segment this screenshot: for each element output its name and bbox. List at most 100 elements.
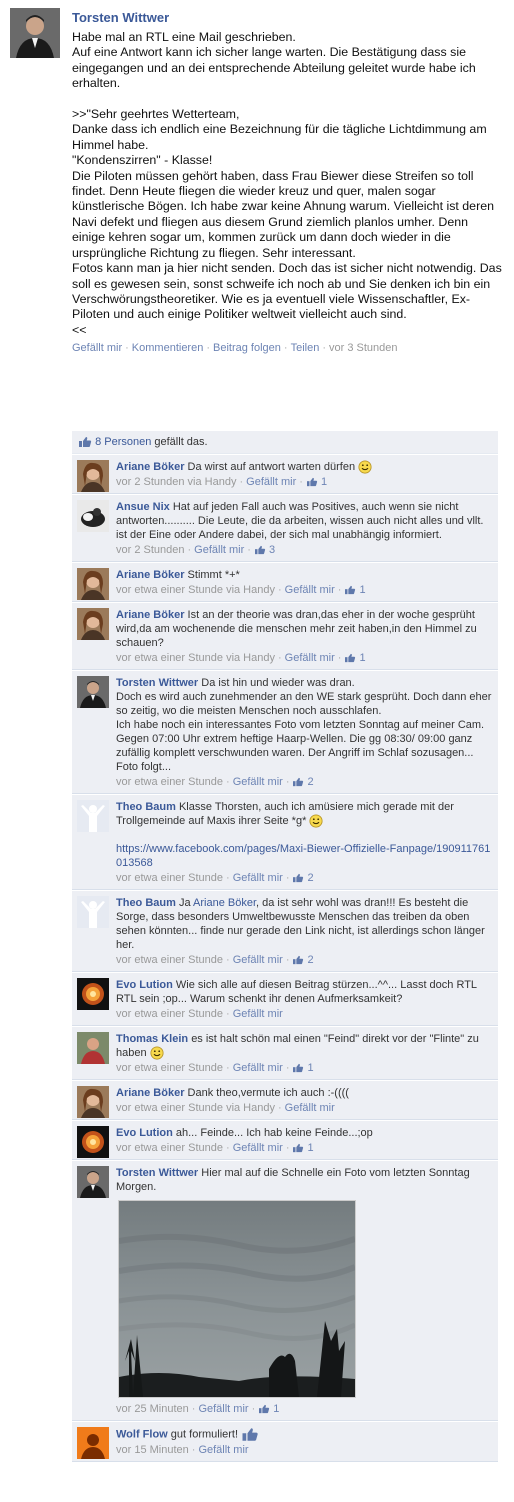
comment-item: Theo Baum Ja Ariane Böker, da ist sehr w…: [72, 890, 498, 973]
comment-text: Da ist hin und wieder was dran. Doch es …: [116, 677, 492, 774]
avatar[interactable]: [77, 1086, 109, 1119]
comment-like-count[interactable]: 1: [292, 1142, 314, 1154]
avatar[interactable]: [77, 896, 109, 929]
post-timestamp[interactable]: vor 3 Stunden: [329, 342, 398, 354]
comment-like-link[interactable]: Gefällt mir: [233, 1008, 283, 1020]
comment-item: Ariane Böker Stimmt *+* vor etwa einer S…: [72, 562, 498, 603]
like-thumb-icon: [344, 585, 356, 595]
avatar[interactable]: [77, 460, 109, 492]
comment-like-count[interactable]: 3: [254, 544, 275, 556]
avatar[interactable]: [77, 978, 109, 1011]
commenter-name[interactable]: Ansue Nix: [116, 501, 170, 513]
comment-like-link[interactable]: Gefällt mir: [233, 1142, 283, 1154]
comment-time[interactable]: vor etwa einer Stunde: [116, 1142, 223, 1154]
comment-time[interactable]: vor etwa einer Stunde: [116, 776, 223, 788]
comment-link[interactable]: Kommentieren: [132, 342, 204, 354]
comment-time[interactable]: vor 2 Stunden via Handy: [116, 476, 236, 488]
comment-like-link[interactable]: Gefällt mir: [233, 954, 283, 966]
comment-like-link[interactable]: Gefällt mir: [285, 584, 335, 596]
commenter-name[interactable]: Theo Baum: [116, 801, 176, 813]
comment-like-link[interactable]: Gefällt mir: [285, 1102, 335, 1114]
comment-time[interactable]: vor etwa einer Stunde: [116, 954, 223, 966]
likers-link[interactable]: 8 Personen: [95, 436, 151, 448]
avatar[interactable]: [77, 1166, 109, 1199]
like-link[interactable]: Gefällt mir: [72, 342, 122, 354]
comment-like-count[interactable]: 1: [292, 1062, 314, 1074]
commenter-name[interactable]: Ariane Böker: [116, 569, 184, 581]
comment-like-link[interactable]: Gefällt mir: [246, 476, 296, 488]
share-link[interactable]: Teilen: [291, 342, 320, 354]
author-avatar[interactable]: [10, 8, 60, 58]
post-text: Habe mal an RTL eine Mail geschrieben. A…: [72, 30, 502, 337]
like-thumb-icon: [292, 873, 304, 883]
mention-link[interactable]: Ariane Böker: [193, 897, 256, 909]
avatar[interactable]: [77, 1032, 109, 1065]
like-thumb-icon: [292, 1063, 304, 1073]
post-actions: Gefällt mir · Kommentieren · Beitrag folgen ·…: [72, 342, 398, 355]
comment-meta: vor etwa einer Stunde · Gefällt mir · 1: [116, 1062, 314, 1075]
commenter-name[interactable]: Ariane Böker: [116, 461, 184, 473]
comment-meta: vor etwa einer Stunde · Gefällt mir · 2: [116, 954, 314, 967]
comment-time[interactable]: vor etwa einer Stunde via Handy: [116, 1102, 275, 1114]
commenter-name[interactable]: Ariane Böker: [116, 1087, 184, 1099]
comment-meta: vor etwa einer Stunde · Gefällt mir · 2: [116, 776, 314, 789]
thumbs-up-icon: [241, 1427, 259, 1442]
comment-item: Ariane Böker Dank theo,vermute ich auch …: [72, 1080, 498, 1121]
comment-like-count[interactable]: 1: [344, 652, 366, 664]
follow-post-link[interactable]: Beitrag folgen: [213, 342, 281, 354]
avatar[interactable]: [77, 608, 109, 641]
comment-time[interactable]: vor 15 Minuten: [116, 1444, 189, 1456]
comment-like-link[interactable]: Gefällt mir: [194, 544, 244, 556]
comment-meta: vor etwa einer Stunde · Gefällt mir · 2: [116, 872, 314, 885]
comment-like-count[interactable]: 1: [258, 1403, 279, 1415]
like-thumb-icon: [344, 653, 356, 663]
avatar[interactable]: [77, 500, 109, 533]
comment-time[interactable]: vor etwa einer Stunde: [116, 1008, 223, 1020]
commenter-name[interactable]: Thomas Klein: [116, 1033, 188, 1045]
commenter-name[interactable]: Torsten Wittwer: [116, 677, 198, 689]
comment-like-count[interactable]: 2: [292, 872, 314, 884]
comment-like-count[interactable]: 1: [306, 476, 327, 488]
commenter-name[interactable]: Theo Baum: [116, 897, 176, 909]
feedback-box: 8 Personen gefällt das. Ariane Böker Da …: [72, 431, 498, 1463]
comment-meta: vor 25 Minuten · Gefällt mir · 1: [116, 1403, 280, 1416]
commenter-name[interactable]: Evo Lution: [116, 979, 173, 991]
comment-time[interactable]: vor 25 Minuten: [116, 1403, 189, 1415]
comment-link[interactable]: https://www.facebook.com/pages/Maxi-Biew…: [116, 843, 490, 869]
comment-time[interactable]: vor etwa einer Stunde: [116, 872, 223, 884]
comment-text: Dank theo,vermute ich auch :-((((: [187, 1087, 349, 1100]
comment-time[interactable]: vor etwa einer Stunde via Handy: [116, 584, 275, 596]
commenter-name[interactable]: Torsten Wittwer: [116, 1167, 198, 1179]
smiley-icon: [309, 814, 323, 828]
commenter-name[interactable]: Wolf Flow: [116, 1429, 168, 1441]
comment-item: Ariane Böker Da wirst auf antwort warten…: [72, 454, 498, 495]
comment-time[interactable]: vor etwa einer Stunde via Handy: [116, 652, 275, 664]
comment-like-link[interactable]: Gefällt mir: [285, 652, 335, 664]
like-thumb-icon: [292, 955, 304, 965]
comment-meta: vor etwa einer Stunde via Handy · Gefällt …: [116, 652, 366, 665]
comment-prefix: Ja: [178, 897, 191, 910]
avatar[interactable]: [77, 800, 109, 833]
comment-time[interactable]: vor 2 Stunden: [116, 544, 185, 556]
attached-photo[interactable]: [118, 1200, 356, 1399]
comment-like-count[interactable]: 2: [292, 954, 314, 966]
comment-item: Evo Lution ah... Feinde... Ich hab keine…: [72, 1120, 498, 1161]
comment-like-link[interactable]: Gefällt mir: [233, 776, 283, 788]
comment-like-link[interactable]: Gefällt mir: [233, 872, 283, 884]
comment-text: Da wirst auf antwort warten dürfen: [187, 461, 356, 473]
avatar[interactable]: [77, 1126, 109, 1159]
comment-like-link[interactable]: Gefällt mir: [233, 1062, 283, 1074]
commenter-name[interactable]: Evo Lution: [116, 1127, 173, 1139]
commenter-name[interactable]: Ariane Böker: [116, 609, 184, 621]
avatar[interactable]: [77, 568, 109, 601]
comment-like-link[interactable]: Gefällt mir: [198, 1444, 248, 1456]
comment-like-count[interactable]: 2: [292, 776, 314, 788]
comment-like-count[interactable]: 1: [344, 584, 366, 596]
avatar[interactable]: [77, 1427, 109, 1460]
avatar[interactable]: [77, 676, 109, 709]
comment-item: Wolf Flow gut formuliert! vor 15 Minuten…: [72, 1421, 498, 1463]
smiley-icon: [358, 460, 372, 474]
comment-time[interactable]: vor etwa einer Stunde: [116, 1062, 223, 1074]
comment-like-link[interactable]: Gefällt mir: [198, 1403, 248, 1415]
post-author[interactable]: Torsten Wittwer: [72, 10, 504, 25]
